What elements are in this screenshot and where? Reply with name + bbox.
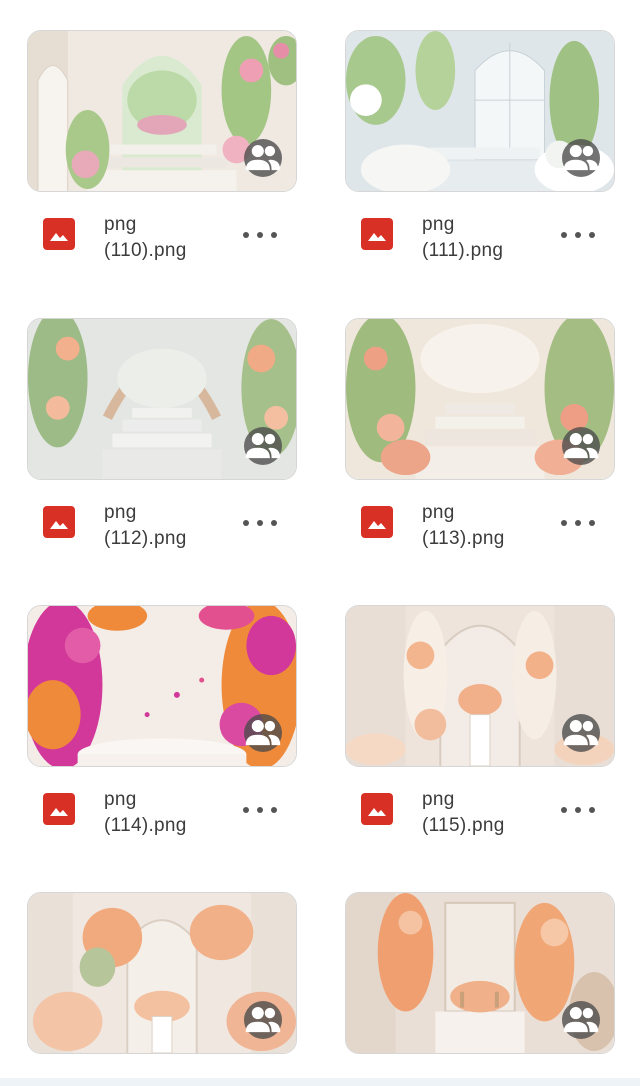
file-name: png (111).png [422, 214, 504, 261]
image-file-icon [361, 218, 393, 250]
file-name: png (115).png [422, 789, 505, 836]
shared-icon [244, 714, 282, 752]
more-options-icon[interactable] [561, 512, 595, 534]
image-file-icon [43, 793, 75, 825]
file-card[interactable]: png (112).png [27, 318, 297, 558]
more-options-icon[interactable] [561, 799, 595, 821]
file-info: png (110).png [27, 208, 297, 268]
file-card[interactable]: png (113).png [345, 318, 615, 558]
shared-icon [244, 139, 282, 177]
more-options-icon[interactable] [243, 224, 277, 246]
file-info: png (112).png [27, 496, 297, 556]
file-name: png (110).png [104, 214, 187, 261]
shared-icon [562, 714, 600, 752]
file-name: png (114).png [104, 789, 187, 836]
file-info: png (113).png [345, 496, 615, 556]
file-card[interactable] [345, 892, 615, 1054]
bottom-bar [0, 1078, 640, 1086]
file-card[interactable] [27, 892, 297, 1054]
image-thumbnail[interactable] [27, 318, 297, 480]
image-thumbnail[interactable] [345, 605, 615, 767]
image-file-icon [361, 793, 393, 825]
image-thumbnail[interactable] [345, 318, 615, 480]
image-file-icon [361, 506, 393, 538]
file-info: png (115).png [345, 783, 615, 843]
file-name: png (113).png [422, 502, 505, 549]
file-card[interactable]: png (110).png [27, 30, 297, 270]
file-card[interactable]: png (115).png [345, 605, 615, 845]
file-info: png (114).png [27, 783, 297, 843]
image-thumbnail[interactable] [27, 892, 297, 1054]
file-card[interactable]: png (114).png [27, 605, 297, 845]
file-card[interactable]: png (111).png [345, 30, 615, 270]
more-options-icon[interactable] [561, 224, 595, 246]
shared-icon [562, 1001, 600, 1039]
shared-icon [562, 139, 600, 177]
image-thumbnail[interactable] [27, 30, 297, 192]
image-thumbnail[interactable] [345, 30, 615, 192]
image-file-icon [43, 506, 75, 538]
file-grid: png (110).png png (111).png png (112).pn… [0, 0, 640, 1086]
file-info: png (111).png [345, 208, 615, 268]
file-name: png (112).png [104, 502, 187, 549]
more-options-icon[interactable] [243, 512, 277, 534]
shared-icon [244, 1001, 282, 1039]
more-options-icon[interactable] [243, 799, 277, 821]
image-file-icon [43, 218, 75, 250]
image-thumbnail[interactable] [345, 892, 615, 1054]
shared-icon [244, 427, 282, 465]
image-thumbnail[interactable] [27, 605, 297, 767]
shared-icon [562, 427, 600, 465]
